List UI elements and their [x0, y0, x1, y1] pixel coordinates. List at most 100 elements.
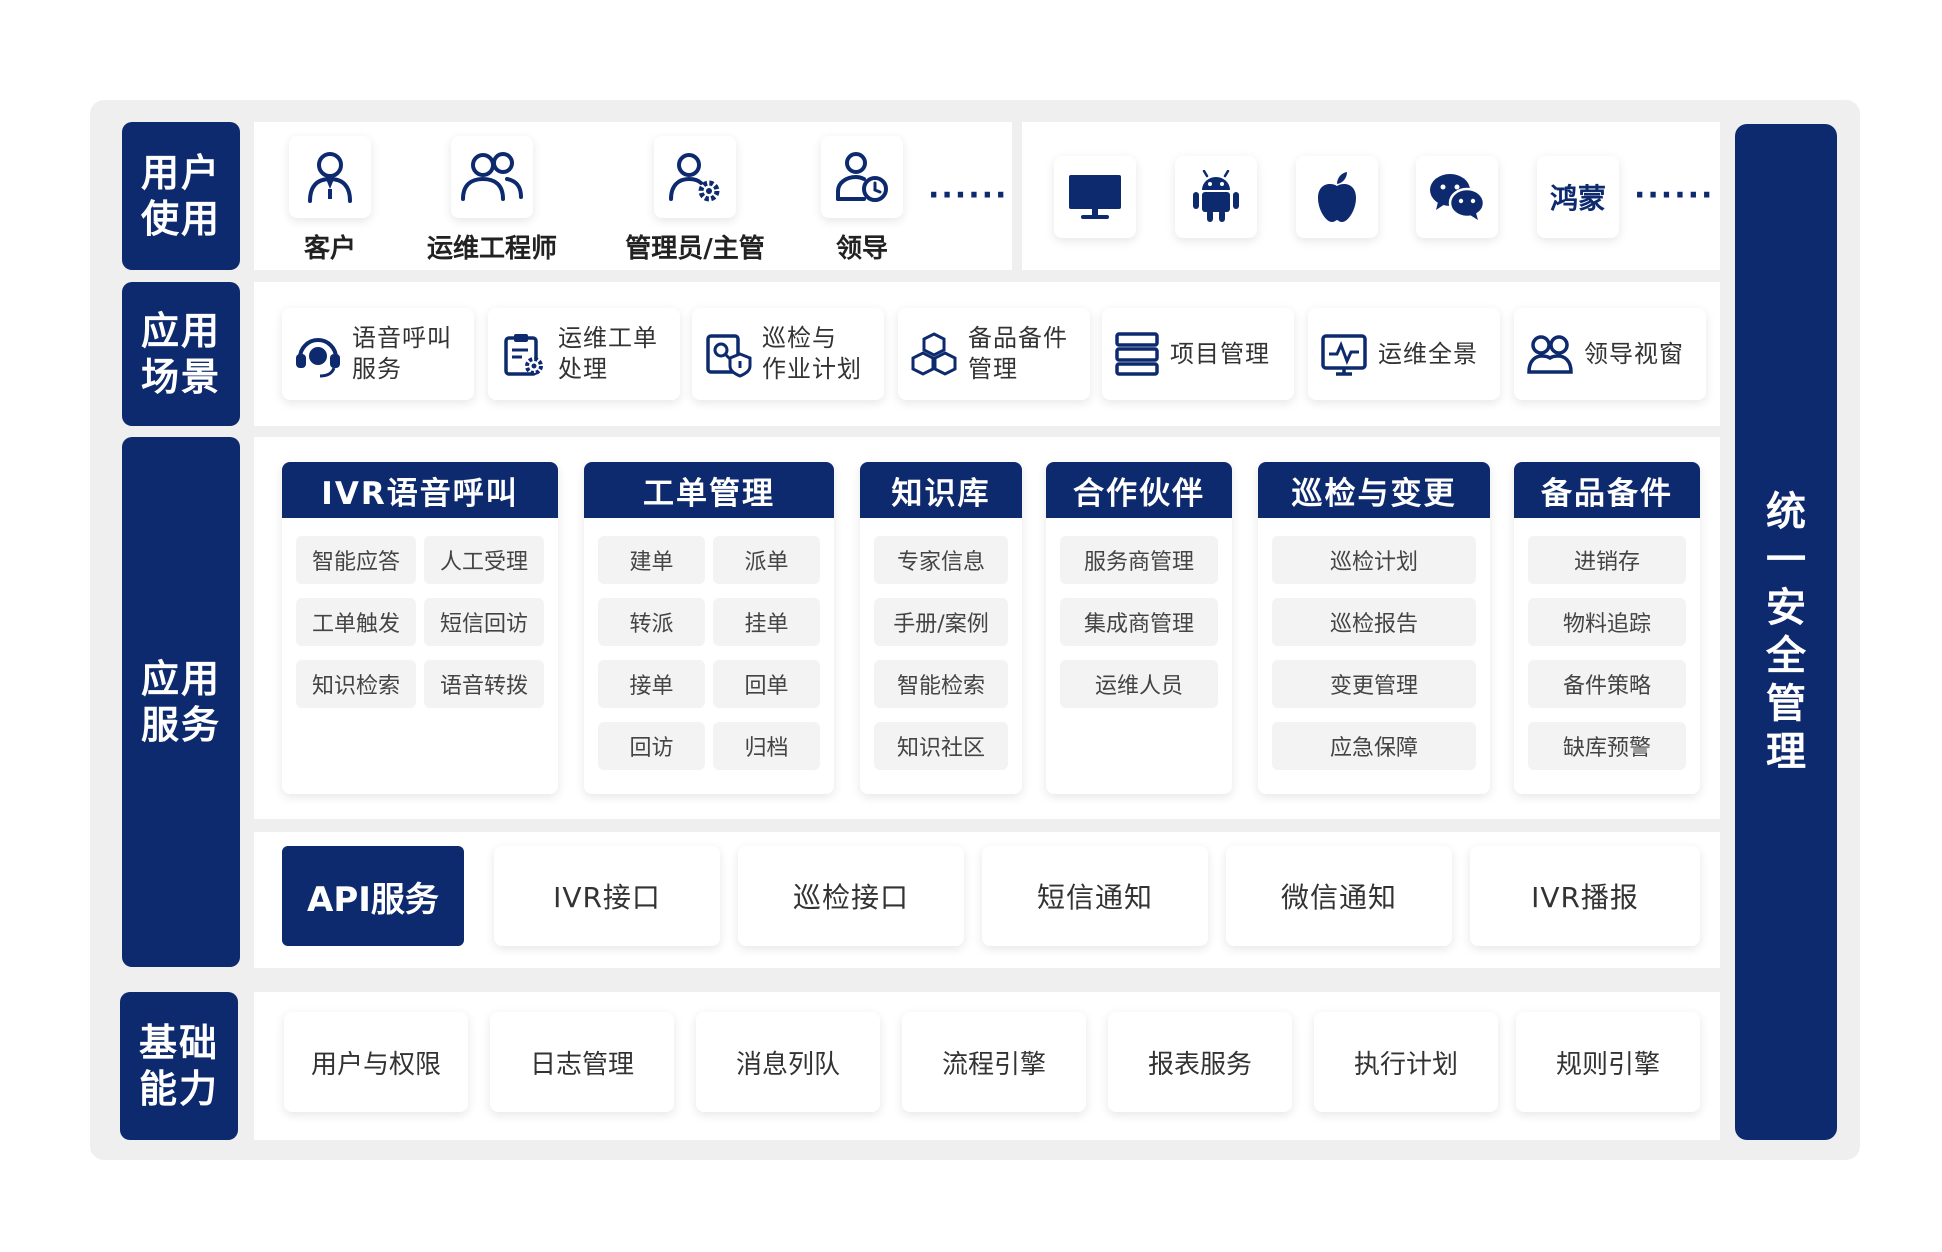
platform-wechat: [1416, 156, 1498, 238]
api-sms-notify[interactable]: 短信通知: [982, 846, 1208, 946]
service-item[interactable]: 智能检索: [874, 660, 1008, 708]
scenario-voice-call[interactable]: 语音呼叫 服务: [282, 308, 474, 400]
service-item[interactable]: 物料追踪: [1528, 598, 1686, 646]
android-icon: [1193, 170, 1239, 222]
service-item[interactable]: 语音转拨: [424, 660, 544, 708]
service-title: 巡检与变更: [1258, 462, 1490, 518]
service-item[interactable]: 短信回访: [424, 598, 544, 646]
cubes-icon: [911, 332, 957, 376]
scenario-project[interactable]: 项目管理: [1102, 308, 1294, 400]
service-item[interactable]: 转派: [598, 598, 705, 646]
scenario-label: 运维工单 处理: [558, 324, 658, 383]
service-spare-parts: 备品备件 进销存 物料追踪 备件策略 缺库预警: [1514, 462, 1700, 794]
user-label: 客户: [303, 234, 356, 264]
platforms-more: ······: [1634, 178, 1715, 213]
api-ivr-broadcast[interactable]: IVR播报: [1470, 846, 1700, 946]
api-title: API服务: [282, 846, 464, 946]
service-item[interactable]: 归档: [713, 722, 820, 770]
user-label: 领导: [835, 234, 888, 264]
service-item[interactable]: 巡检计划: [1272, 536, 1476, 584]
service-title: 工单管理: [584, 462, 834, 518]
scenario-label: 项目管理: [1170, 339, 1270, 368]
scenario-spare-parts[interactable]: 备品备件 管理: [898, 308, 1090, 400]
monitor-pulse-icon: [1321, 334, 1367, 376]
service-item[interactable]: 缺库预警: [1528, 722, 1686, 770]
user-item-customer: 客户: [275, 136, 385, 265]
api-inspection-interface[interactable]: 巡检接口: [738, 846, 964, 946]
service-title: 合作伙伴: [1046, 462, 1232, 518]
label-line: 基础: [138, 1021, 219, 1065]
scenario-work-order[interactable]: 运维工单 处理: [488, 308, 680, 400]
label-user-use: 用户 使用: [122, 122, 240, 270]
service-item[interactable]: 进销存: [1528, 536, 1686, 584]
users-more: ······: [928, 178, 1009, 213]
apple-icon: [1318, 172, 1356, 222]
service-item[interactable]: 备件策略: [1528, 660, 1686, 708]
service-item[interactable]: 知识社区: [874, 722, 1008, 770]
service-item[interactable]: 智能应答: [296, 536, 416, 584]
service-item[interactable]: 建单: [598, 536, 705, 584]
service-item[interactable]: 应急保障: [1272, 722, 1476, 770]
base-user-permissions[interactable]: 用户与权限: [284, 1012, 468, 1112]
service-item[interactable]: 派单: [713, 536, 820, 584]
service-knowledge: 知识库 专家信息 手册/案例 智能检索 知识社区: [860, 462, 1022, 794]
api-wechat-notify[interactable]: 微信通知: [1226, 846, 1452, 946]
user-tile: [821, 136, 903, 218]
label-line: 应用: [140, 657, 221, 701]
service-item[interactable]: 知识检索: [296, 660, 416, 708]
scenario-inspection[interactable]: 巡检与 作业计划: [692, 308, 884, 400]
label-base: 基础 能力: [120, 992, 238, 1140]
user-tile: [451, 136, 533, 218]
service-item[interactable]: 回单: [713, 660, 820, 708]
base-execution-plan[interactable]: 执行计划: [1314, 1012, 1498, 1112]
platform-harmony: 鸿蒙: [1537, 156, 1619, 238]
user-clock-icon: [836, 152, 888, 202]
server-list-icon: [1115, 332, 1159, 376]
service-item[interactable]: 巡检报告: [1272, 598, 1476, 646]
service-item[interactable]: 人工受理: [424, 536, 544, 584]
base-message-queue[interactable]: 消息列队: [696, 1012, 880, 1112]
security-char: 一: [1766, 537, 1806, 583]
base-log-management[interactable]: 日志管理: [490, 1012, 674, 1112]
scenario-label: 运维全景: [1378, 339, 1478, 368]
headset-icon: [296, 338, 340, 378]
scenario-panorama[interactable]: 运维全景: [1308, 308, 1500, 400]
base-report-service[interactable]: 报表服务: [1108, 1012, 1292, 1112]
users-icon: [461, 152, 523, 201]
service-item[interactable]: 专家信息: [874, 536, 1008, 584]
label-services: 应用 服务: [122, 437, 240, 967]
label-line: 应用: [140, 309, 221, 353]
service-item[interactable]: 工单触发: [296, 598, 416, 646]
service-item[interactable]: 运维人员: [1060, 660, 1218, 708]
base-workflow-engine[interactable]: 流程引擎: [902, 1012, 1086, 1112]
base-rule-engine[interactable]: 规则引擎: [1516, 1012, 1700, 1112]
service-item[interactable]: 回访: [598, 722, 705, 770]
user-item-admin: 管理员/主管: [610, 136, 780, 265]
user-tile: [289, 136, 371, 218]
service-title: IVR语音呼叫: [282, 462, 558, 518]
service-title: 知识库: [860, 462, 1022, 518]
security-char: 理: [1766, 729, 1806, 775]
service-item[interactable]: 手册/案例: [874, 598, 1008, 646]
user-label: 运维工程师: [426, 234, 557, 264]
service-inspection-change: 巡检与变更 巡检计划 巡检报告 变更管理 应急保障: [1258, 462, 1490, 794]
service-ivr: IVR语音呼叫 智能应答 人工受理 工单触发 短信回访 知识检索 语音转拨: [282, 462, 558, 794]
service-item[interactable]: 集成商管理: [1060, 598, 1218, 646]
service-item[interactable]: 接单: [598, 660, 705, 708]
scenario-label: 巡检与 作业计划: [762, 324, 862, 383]
security-char: 管: [1766, 681, 1806, 727]
user-icon: [308, 152, 352, 203]
wechat-icon: [1430, 174, 1486, 220]
scenario-label: 备品备件 管理: [968, 324, 1068, 383]
user-gear-icon: [669, 153, 720, 202]
scenario-leader-view[interactable]: 领导视窗: [1514, 308, 1706, 400]
service-item[interactable]: 服务商管理: [1060, 536, 1218, 584]
security-char: 统: [1766, 489, 1806, 535]
group-icon: [1527, 335, 1573, 374]
service-item[interactable]: 变更管理: [1272, 660, 1476, 708]
service-item[interactable]: 挂单: [713, 598, 820, 646]
user-item-leader: 领导: [810, 136, 914, 265]
security-char: 全: [1766, 633, 1806, 679]
security-char: 安: [1766, 585, 1806, 631]
api-ivr-interface[interactable]: IVR接口: [494, 846, 720, 946]
